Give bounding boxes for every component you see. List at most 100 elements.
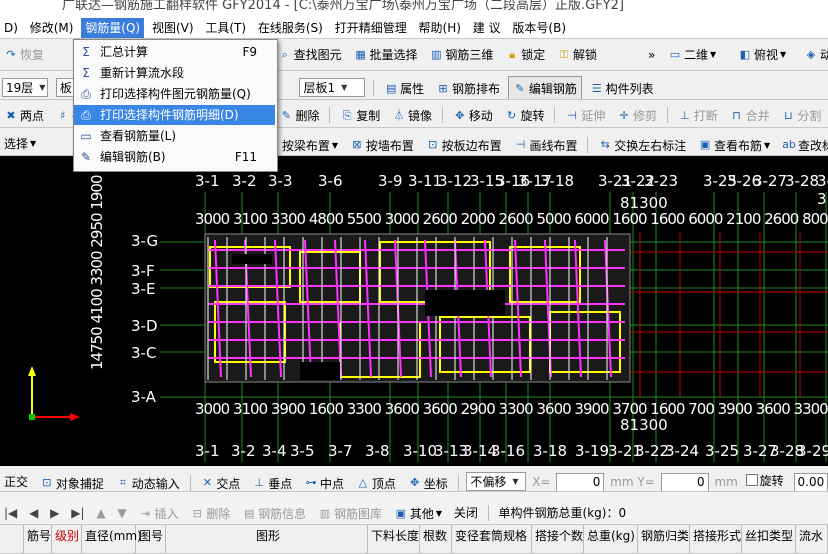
col-lap-count[interactable]: 搭接个数 (532, 525, 584, 553)
col-thread-type[interactable]: 丝扣类型 (742, 525, 796, 553)
col-bar-no[interactable]: 筋号 (24, 525, 52, 553)
ortho-toggle[interactable]: 正交 (0, 471, 32, 492)
batch-select-button[interactable]: ▦ 批量选择 (350, 39, 422, 70)
col-figure-no[interactable]: 图号 (136, 525, 166, 553)
close-button[interactable]: 关闭 (450, 500, 482, 524)
insert-button[interactable]: ⇥ 插入 (134, 502, 182, 525)
midpoint-snap[interactable]: ⊶ 中点 (300, 472, 348, 491)
restore-button[interactable]: ↷ 恢复 (0, 39, 48, 70)
col-diameter[interactable]: 直径(mm) (82, 525, 142, 553)
col-flow-section[interactable]: 流水 (796, 525, 828, 553)
rebar-layout-button[interactable]: ⊞ 钢筋排布 (432, 77, 504, 99)
col-lap-type[interactable]: 搭接形式 (690, 525, 742, 553)
view-rebar-button[interactable]: ▣ 查看布筋 ▼ (694, 134, 774, 156)
view-top-dropdown[interactable]: ◧ 俯视 ▼ (734, 39, 790, 70)
dynamic-input-toggle[interactable]: ⌗ 动态输入 (112, 472, 184, 491)
move-button[interactable]: ✥ 移动 (449, 104, 497, 127)
menu-item-suggest[interactable]: 建 议 (469, 18, 505, 38)
perpendicular-snap[interactable]: ⊥ 垂点 (248, 472, 296, 491)
menu-item-modify[interactable]: 修改(M) (26, 18, 78, 38)
move-up-button[interactable]: ▲ (92, 501, 109, 525)
parallel-icon: ♯ (60, 108, 66, 122)
col-count[interactable]: 根数 (420, 525, 452, 553)
component-list-button[interactable]: ☰ 构件列表 (586, 77, 658, 99)
copy-button[interactable]: ⎘ 复制 (336, 104, 384, 127)
col-shape[interactable]: 图形 (166, 525, 368, 553)
lock-button[interactable]: 🔒︎ 锁定 (501, 39, 549, 70)
prev-record-button[interactable]: ◀ (25, 501, 42, 525)
col-cut-length[interactable]: 下料长度 (368, 525, 420, 553)
rotate-checkbox[interactable]: 旋转 (742, 469, 788, 491)
split-button[interactable]: ⊔ 分割 (777, 104, 825, 127)
find-element-button[interactable]: ⌕ 查找图元 (274, 39, 346, 70)
rebar-library-button[interactable]: ▥ 钢筋图库 (314, 502, 386, 525)
toolbar-overflow-button[interactable]: » (644, 39, 659, 70)
menu-recalculate-flow[interactable]: Σ 重新计算流水段 (74, 63, 275, 83)
break-button[interactable]: ⊥ 打断 (674, 104, 722, 127)
drawing-canvas[interactable]: 3-1 3-2 3-3 3-6 3-9 3-11 3-12 3-15 3-16 … (0, 172, 828, 466)
view-quantity-icon: ▭ (80, 129, 92, 143)
place-by-slab-edge-button[interactable]: ⊡ 按板边布置 (422, 134, 506, 156)
col-sleeve-spec[interactable]: 变径套筒规格 (452, 525, 532, 553)
other-dropdown[interactable]: ▣ 其他 ▼ (390, 502, 446, 525)
vertex-snap[interactable]: △ 顶点 (352, 472, 400, 491)
move-down-button[interactable]: ▼ (113, 501, 130, 525)
col-rebar-category[interactable]: 钢筋归类 (638, 525, 690, 553)
dynamic-view-button[interactable]: ◈动 (800, 39, 828, 70)
col-total-weight[interactable]: 总重(kg) (584, 525, 638, 553)
swap-annotation-button[interactable]: ⇆ 交换左右标注 (594, 134, 690, 156)
delete-row-button[interactable]: ⊟ 删除 (186, 502, 234, 525)
menu-view-rebar-quantity[interactable]: ▭ 查看钢筋量(L) (74, 126, 275, 146)
trim-button[interactable]: ✛ 修剪 (613, 104, 661, 127)
object-snap-toggle[interactable]: ⊡ 对象捕捉 (36, 472, 108, 491)
rebar-info-button[interactable]: ▤ 钢筋信息 (238, 502, 310, 525)
unlock-button[interactable]: ⚿ 解锁 (553, 39, 601, 70)
coordinate-snap[interactable]: ✥ 坐标 (404, 472, 452, 491)
rotate-angle-input[interactable]: 0.00 (793, 472, 828, 491)
rotate-button[interactable]: ↻ 旋转 (501, 104, 549, 127)
x-offset-input[interactable]: 0 (556, 472, 605, 491)
menu-item-d[interactable]: D) (0, 18, 22, 38)
menu-item-online[interactable]: 在线服务(S) (254, 18, 327, 38)
delete-button[interactable]: ✎ 删除 (276, 104, 324, 127)
building-plan (204, 233, 631, 383)
rebar-3d-button[interactable]: ▥ 钢筋三维 (425, 39, 497, 70)
midpoint-icon: ⊶ (305, 476, 317, 489)
axis-label-e: 3-E (131, 280, 156, 298)
menu-item-tools[interactable]: 工具(T) (201, 18, 250, 38)
extend-button[interactable]: ⊣ 延伸 (561, 104, 609, 127)
view-2d-dropdown[interactable]: ▭ 二维 ▼ (664, 39, 720, 70)
menu-item-help[interactable]: 帮助(H) (415, 18, 465, 38)
first-record-button[interactable]: |◀ (0, 501, 21, 525)
checkbox-icon (745, 474, 758, 486)
menu-summary-calculation[interactable]: Σ 汇总计算 F9 (74, 42, 275, 62)
menu-item-view[interactable]: 视图(V) (148, 18, 198, 38)
menu-print-element-quantity[interactable]: ⎙ 打印选择构件图元钢筋量(Q) (74, 84, 275, 104)
menu-item-fine-management[interactable]: 打开精细管理 (331, 18, 411, 38)
menu-item-rebar-quantity[interactable]: 钢筋量(Q) (81, 18, 145, 38)
y-offset-input[interactable]: 0 (660, 472, 709, 491)
col-grade[interactable]: 级别 (52, 525, 82, 553)
two-point-button[interactable]: ✖ 两点 (0, 104, 48, 127)
offset-select[interactable]: 不偏移 ▼ (466, 472, 527, 491)
intersection-snap[interactable]: ✕ 交点 (196, 472, 244, 491)
component-name-select[interactable]: 层板1 ▼ (299, 77, 366, 97)
menu-edit-rebar[interactable]: ✎ 编辑钢筋(B) F11 (74, 147, 275, 167)
properties-button[interactable]: ▤ 属性 (380, 77, 428, 99)
next-record-button[interactable]: ▶ (46, 501, 63, 525)
floor-select[interactable]: 19层 ▼ (2, 77, 48, 97)
place-by-wall-button[interactable]: ⊠ 按墙布置 (346, 134, 418, 156)
menu-print-rebar-details[interactable]: ⎙ 打印选择构件钢筋明细(D) (74, 105, 275, 125)
draw-line-button[interactable]: ⊣ 画线布置 (510, 134, 582, 156)
menu-item-version[interactable]: 版本号(B) (508, 18, 570, 38)
check-annotation-button[interactable]: ab查改标 (778, 134, 828, 156)
rebar-info-icon: ▤ (243, 506, 255, 520)
bottom-axis-labels: 3-1 3-2 3-4 3-5 3-7 3-8 3-10 3-13 3-14 3… (195, 442, 828, 460)
last-record-button[interactable]: ▶| (67, 501, 88, 525)
edit-rebar-button[interactable]: ✎ 编辑钢筋 (507, 76, 582, 99)
merge-button[interactable]: ⊓ 合并 (726, 104, 774, 127)
window-title: 广联达—钢筋施工翻样软件 GFY2014 - [C:\泰州万宝广场\泰州万宝广场… (62, 0, 624, 13)
mirror-button[interactable]: ⏃ 镜像 (388, 104, 436, 127)
delete-icon: ✎ (281, 108, 292, 122)
select-dropdown[interactable]: 选择 ▼ (0, 132, 40, 155)
